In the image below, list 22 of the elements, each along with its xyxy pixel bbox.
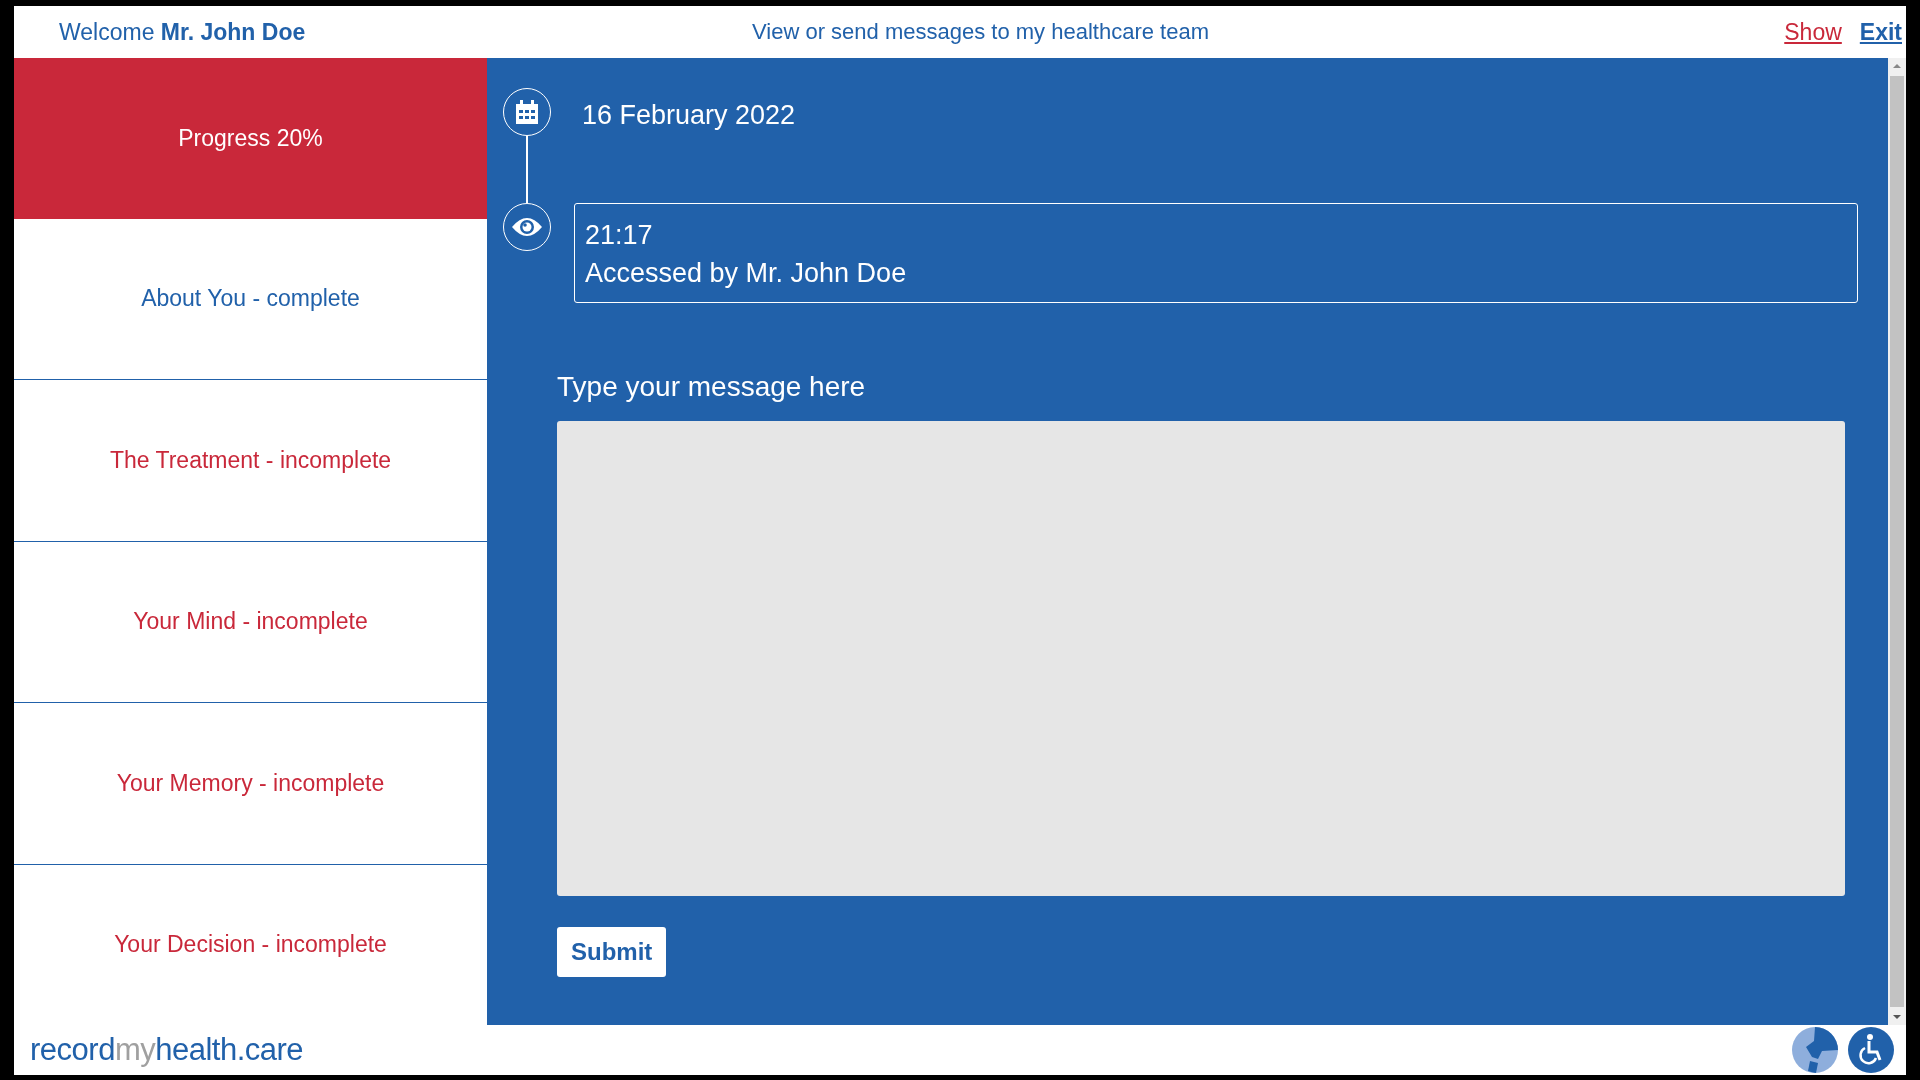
scrollbar[interactable] [1888, 58, 1906, 1025]
page-subtitle: View or send messages to my healthcare team [752, 19, 1209, 45]
scroll-down-arrow-icon[interactable] [1892, 1013, 1902, 1021]
timeline-date: 16 February 2022 [581, 99, 796, 131]
progress-banner: Progress 20% [14, 58, 487, 219]
message-label: Type your message here [557, 371, 867, 403]
accessibility-icon[interactable] [1848, 1027, 1894, 1073]
header-link[interactable]: Show [1784, 18, 1842, 46]
section-nav-item[interactable]: About You - complete [14, 218, 487, 380]
globe-icon[interactable] [1792, 1027, 1838, 1073]
submit-button[interactable]: Submit [557, 927, 667, 977]
header-link[interactable]: Exit [1859, 18, 1902, 46]
logo: recordmyhealth.care [30, 1032, 304, 1068]
welcome-text: Welcome Mr. John Doe [59, 18, 307, 46]
section-nav-item[interactable]: Your Mind - incomplete [14, 541, 487, 703]
section-nav-item[interactable]: Your Memory - incomplete [14, 703, 487, 865]
access-time: 21:17 [585, 219, 653, 252]
access-description: Accessed by Mr. John Doe [585, 257, 907, 290]
section-nav-item[interactable]: Your Decision - incomplete [14, 864, 487, 1025]
scroll-up-arrow-icon[interactable] [1892, 62, 1902, 70]
section-nav-item[interactable]: The Treatment - incomplete [14, 380, 487, 542]
message-input-field[interactable] [557, 421, 1845, 896]
